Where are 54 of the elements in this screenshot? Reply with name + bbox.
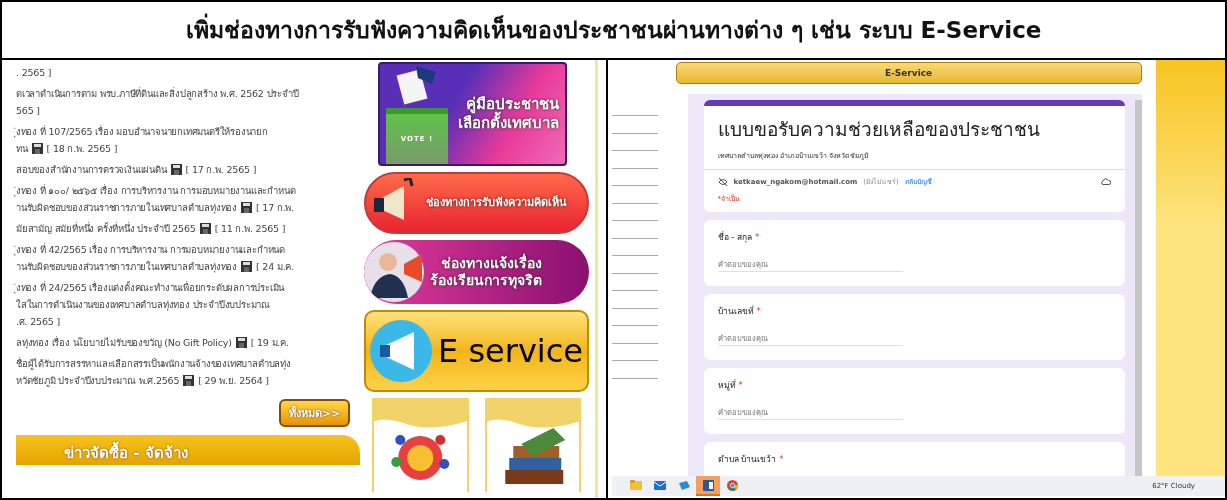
required-mark: * [756, 306, 761, 316]
news-text[interactable]: . 2565 ] [16, 67, 52, 78]
news-text[interactable]: ชื่อผู้ได้รับการสรรหาและเลือกสรรเป็นพนักงานจ้างของเทศบาลตำบลทุ่ง [16, 356, 291, 371]
folder-icon [630, 480, 642, 490]
news-text[interactable]: ุ่งทอง ที่ 42/2565 เรื่อง การบริหารงาน การมอบหมายงานและกำหนด [16, 242, 285, 257]
required-mark: * [779, 454, 784, 464]
banner-text: ช่องทางการรับฟังความคิดเห็น [426, 196, 567, 210]
banner-text: ช่องทางแจ้งเรื่อง [441, 254, 542, 272]
news-text[interactable]: ุ่งทอง ที่ 107/2565 เรื่อง มอบอำนาจนายกเทศมนตรีให้รองนายก [16, 124, 268, 139]
eservice-banner[interactable]: E service [364, 310, 589, 392]
document-app-icon [702, 479, 714, 491]
app-icon [678, 480, 690, 490]
news-text[interactable]: ใสในการดำเนินงานของเทศบาลตำบลทุ่งทอง ประจำปีงบประมาณ [16, 297, 271, 312]
news-date: [ 29 พ.ย. 2564 ] [198, 374, 269, 388]
feedback-banner[interactable]: ช่องทางการรับฟังความคิดเห็น [364, 172, 589, 234]
browser-icon [726, 479, 738, 491]
news-text[interactable]: ุ่งทอง ที่ ๑๐๐/ ๒๕๖๕ เรื่อง การบริหารงาน การมอบหมายงานและกำหนด [16, 183, 296, 198]
slide-title: เพิ่มช่องทางการรับฟังความคิดเห็นของประชาชนผ่านทางต่าง ๆ เช่น ระบบ E-Service [2, 2, 1225, 60]
news-text[interactable]: ดเวลาดำเนินการตาม พรบ.ภาษีที่ดินและสิ่งปลูกสร้าง พ.ศ. 2562 ประจำปี [16, 86, 299, 101]
scrollbar[interactable] [1134, 100, 1142, 476]
news-date: [ 17 ก.พ. 2565 ] [185, 163, 257, 177]
news-text[interactable]: หวัดชัยภูมิ ประจำปีงบประมาณ พ.ศ.2565 [16, 373, 180, 388]
news-text[interactable]: ุ่งทอง ที่ 24/2565 เรื่องแต่งตั้งคณะทำงานเพื่อยกระดับผลการประเมิน [16, 280, 285, 295]
megaphone-icon [370, 320, 432, 382]
mail-icon [654, 480, 666, 490]
question-label: หมู่ที่ [717, 378, 736, 392]
question-label: ชื่อ - สกุล [717, 230, 752, 244]
news-date: [ 18 ก.พ. 2565 ] [46, 142, 118, 156]
banner-text: E service [438, 331, 583, 371]
news-text[interactable]: านรับผิดชอบของส่วนราชการภายในเทศบาลตำบลทุ่งทอง [16, 200, 237, 215]
news-date: [ 11 ก.พ. 2565 ] [214, 222, 286, 236]
section-header: ข่าวจัดซื้อ - จัดจ้าง [16, 435, 360, 465]
news-text[interactable]: ลทุ่งทอง เรื่อง นโยบายไม่รับของขวัญ (No Gift Policy) [16, 335, 232, 350]
news-date: [ 19 ม.ค. [250, 336, 289, 350]
cloud-icon [1100, 178, 1111, 185]
question-label: บ้านเลขที่ [717, 304, 754, 318]
required-mark: * [755, 232, 760, 242]
taskbar-app-button[interactable] [696, 476, 720, 496]
man-with-megaphone-icon [364, 242, 424, 302]
news-date: [ 17 ก.พ. [256, 201, 295, 215]
form-title: แบบขอรับความช่วยเหลือของประชาชน [716, 117, 1041, 142]
news-text[interactable]: .ศ. 2565 ] [16, 314, 60, 329]
page-header: E-Service [675, 62, 1142, 84]
news-text[interactable]: สอบของสำนักงานการตรวจเงินแผ่นดิน [16, 162, 167, 177]
complaint-banner[interactable]: ช่องทางแจ้งเรื่อง ร้องเรียนการทุจริต [364, 240, 589, 304]
news-text[interactable]: านรับผิดชอบของส่วนราชการภายในเทศบาลตำบลทุ่งทอง [16, 259, 237, 274]
required-mark: * [738, 380, 743, 390]
eye-off-icon [717, 177, 728, 186]
news-date: [ 24 ม.ค. [256, 260, 295, 274]
question-label: ตำบล บ้านเขว้า [717, 453, 777, 466]
banner-text: ร้องเรียนการทุจริต [430, 272, 542, 290]
news-text[interactable]: ทน [16, 141, 28, 156]
news-text[interactable]: 565 ] [16, 105, 40, 116]
news-text[interactable]: มัยสามัญ สมัยที่หนึ่ง ครั้งที่หนึ่ง ประจำปี 2565 [16, 221, 196, 236]
